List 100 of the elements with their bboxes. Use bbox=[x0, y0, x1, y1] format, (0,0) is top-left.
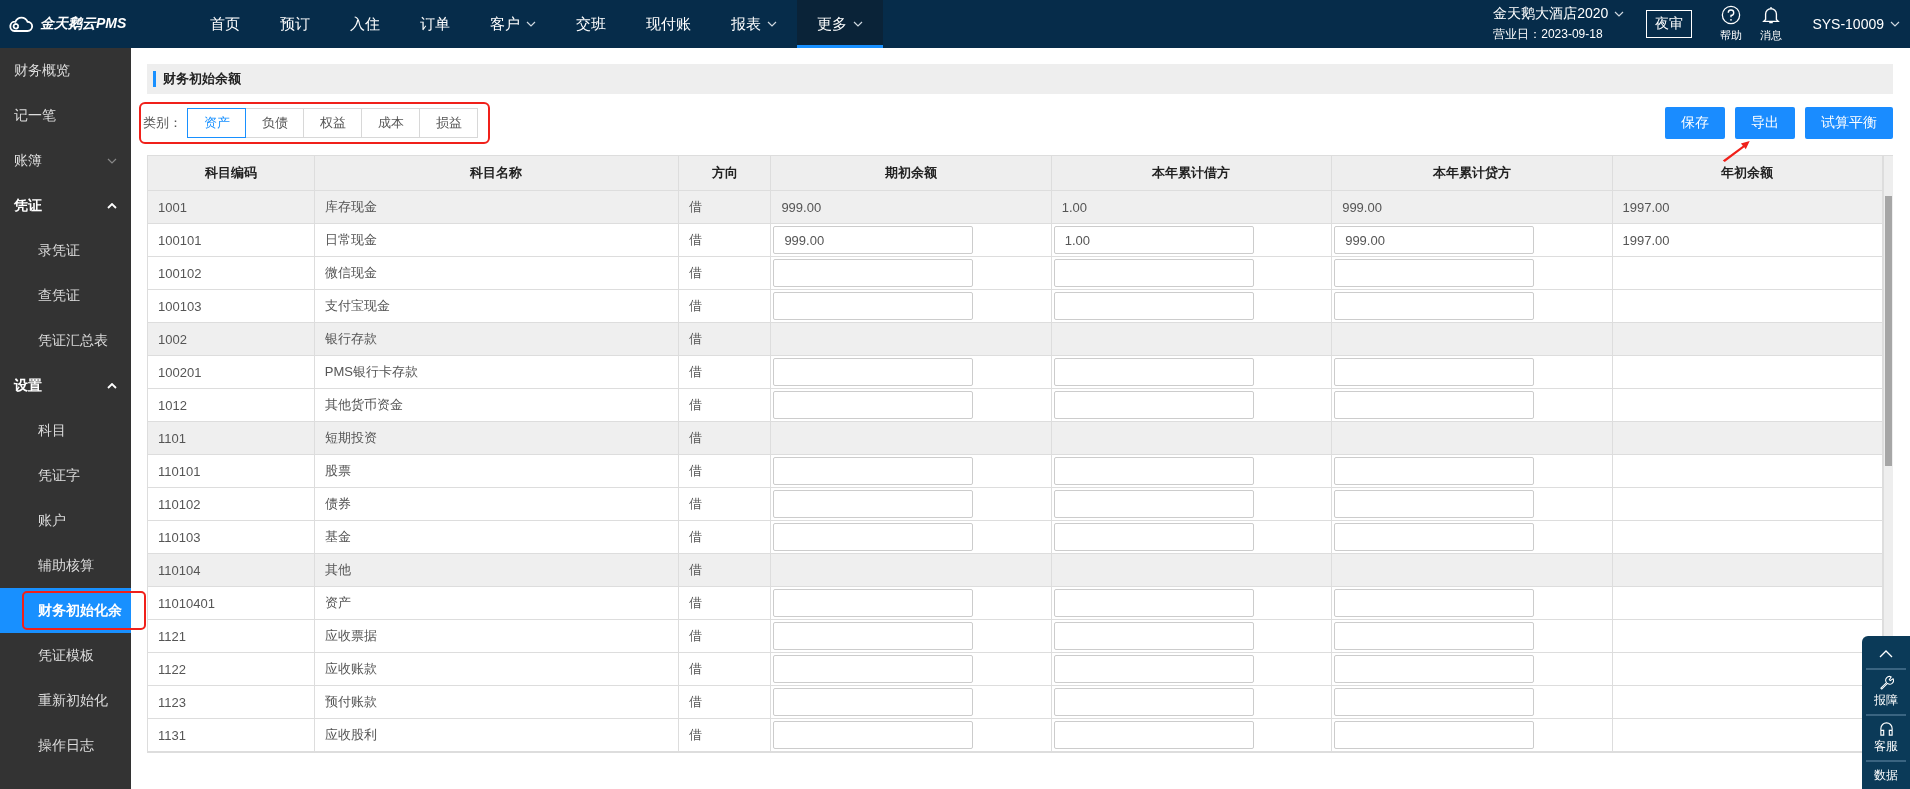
chevron-up-icon[interactable] bbox=[1879, 650, 1893, 658]
amount-input[interactable] bbox=[1334, 523, 1535, 551]
amount-input[interactable] bbox=[773, 391, 974, 419]
table-cell: 1121 bbox=[148, 619, 315, 653]
amount-input[interactable] bbox=[1053, 292, 1254, 320]
amount-input[interactable] bbox=[1334, 292, 1535, 320]
sidebar-item[interactable]: 记一笔 bbox=[0, 93, 131, 138]
sidebar-item[interactable]: 凭证字 bbox=[0, 453, 131, 498]
table-cell: 股票 bbox=[314, 454, 679, 488]
amount-input[interactable] bbox=[773, 688, 974, 716]
amount-input[interactable] bbox=[1334, 457, 1535, 485]
table-cell: 借 bbox=[678, 487, 771, 521]
category-tab[interactable]: 权益 bbox=[303, 108, 362, 138]
sidebar-item[interactable]: 凭证汇总表 bbox=[0, 318, 131, 363]
sidebar-item[interactable]: 凭证 bbox=[0, 183, 131, 228]
amount-input[interactable] bbox=[1334, 358, 1535, 386]
nav-tab[interactable]: 订单 bbox=[400, 0, 470, 48]
table-cell: 100103 bbox=[148, 289, 315, 323]
table-cell: 110101 bbox=[148, 454, 315, 488]
table-cell: 借 bbox=[678, 388, 771, 422]
amount-input[interactable] bbox=[773, 622, 974, 650]
amount-input[interactable] bbox=[1334, 655, 1535, 683]
nav-tab[interactable]: 更多 bbox=[797, 0, 883, 48]
amount-input[interactable] bbox=[1334, 490, 1535, 518]
sidebar-item[interactable]: 查凭证 bbox=[0, 273, 131, 318]
table-cell: 借 bbox=[678, 355, 771, 389]
amount-input[interactable] bbox=[1053, 358, 1254, 386]
category-tab[interactable]: 成本 bbox=[361, 108, 420, 138]
table-cell: 借 bbox=[678, 553, 771, 587]
sidebar-item[interactable]: 重新初始化 bbox=[0, 678, 131, 723]
category-tab[interactable]: 负债 bbox=[245, 108, 304, 138]
table-cell: 110102 bbox=[148, 487, 315, 521]
amount-input[interactable] bbox=[1334, 259, 1535, 287]
scrollbar-thumb[interactable] bbox=[1885, 196, 1892, 466]
amount-input[interactable] bbox=[1053, 688, 1254, 716]
amount-input[interactable] bbox=[773, 457, 974, 485]
column-header: 本年累计贷方 bbox=[1331, 156, 1613, 191]
nav-tab[interactable]: 首页 bbox=[190, 0, 260, 48]
side-tool-button[interactable]: 数据 bbox=[1866, 760, 1906, 789]
column-header: 本年累计借方 bbox=[1051, 156, 1332, 191]
table-cell: 银行存款 bbox=[314, 322, 679, 356]
amount-input[interactable] bbox=[1334, 721, 1535, 749]
amount-input[interactable]: 999.00 bbox=[773, 226, 974, 254]
nav-tab[interactable]: 报表 bbox=[711, 0, 797, 48]
amount-input[interactable] bbox=[1053, 655, 1254, 683]
amount-input[interactable] bbox=[1053, 259, 1254, 287]
section-title: 财务初始余额 bbox=[163, 70, 241, 88]
amount-input[interactable] bbox=[773, 721, 974, 749]
amount-input[interactable] bbox=[1334, 589, 1535, 617]
amount-input[interactable] bbox=[1053, 391, 1254, 419]
amount-input[interactable] bbox=[1053, 457, 1254, 485]
sidebar-item[interactable]: 操作日志 bbox=[0, 723, 131, 768]
side-tool-button[interactable]: 客服 bbox=[1866, 714, 1906, 760]
table-cell: 其他货币资金 bbox=[314, 388, 679, 422]
amount-input[interactable] bbox=[773, 358, 974, 386]
table-cell: 1002 bbox=[148, 322, 315, 356]
amount-input[interactable] bbox=[1053, 490, 1254, 518]
amount-input[interactable] bbox=[1334, 688, 1535, 716]
amount-input[interactable] bbox=[1334, 622, 1535, 650]
sidebar-item[interactable]: 凭证模板 bbox=[0, 633, 131, 678]
amount-input[interactable]: 999.00 bbox=[1334, 226, 1535, 254]
messages-button[interactable]: 消息 bbox=[1760, 0, 1783, 48]
amount-input[interactable] bbox=[1334, 391, 1535, 419]
user-menu[interactable]: SYS-10009 bbox=[1800, 0, 1910, 48]
amount-input[interactable] bbox=[773, 292, 974, 320]
amount-input[interactable] bbox=[1053, 721, 1254, 749]
amount-input[interactable] bbox=[1053, 523, 1254, 551]
nav-tab[interactable]: 入住 bbox=[330, 0, 400, 48]
app-logo-text: 金天鹅云PMS bbox=[40, 15, 127, 33]
amount-input[interactable]: 1.00 bbox=[1053, 226, 1254, 254]
nav-tab[interactable]: 预订 bbox=[260, 0, 330, 48]
amount-input[interactable] bbox=[773, 523, 974, 551]
nav-tab[interactable]: 交班 bbox=[556, 0, 626, 48]
night-audit-button[interactable]: 夜审 bbox=[1646, 10, 1693, 38]
sidebar-item[interactable]: 财务概览 bbox=[0, 48, 131, 93]
table-cell: 借 bbox=[678, 685, 771, 719]
sidebar-item[interactable]: 账户 bbox=[0, 498, 131, 543]
amount-input[interactable] bbox=[773, 655, 974, 683]
amount-input[interactable] bbox=[773, 589, 974, 617]
column-header: 年初余额 bbox=[1612, 156, 1883, 191]
sidebar-item[interactable]: 账簿 bbox=[0, 138, 131, 183]
amount-input[interactable] bbox=[773, 490, 974, 518]
table-cell: 1997.00 bbox=[1612, 190, 1883, 224]
help-button[interactable]: 帮助 bbox=[1720, 0, 1743, 48]
table-cell: 借 bbox=[678, 190, 771, 224]
category-label: 类别： bbox=[143, 114, 182, 132]
table-cell: 1101 bbox=[148, 421, 315, 455]
amount-input[interactable] bbox=[1053, 622, 1254, 650]
nav-tab[interactable]: 客户 bbox=[470, 0, 556, 48]
sidebar-item[interactable]: 辅助核算 bbox=[0, 543, 131, 588]
hotel-selector[interactable]: 金天鹅大酒店2020 bbox=[1493, 5, 1625, 23]
nav-tab[interactable]: 现付账 bbox=[626, 0, 711, 48]
sidebar-item[interactable]: 录凭证 bbox=[0, 228, 131, 273]
category-tab[interactable]: 损益 bbox=[419, 108, 478, 138]
sidebar-item[interactable]: 科目 bbox=[0, 408, 131, 453]
sidebar-item[interactable]: 设置 bbox=[0, 363, 131, 408]
table-cell: 微信现金 bbox=[314, 256, 679, 290]
amount-input[interactable] bbox=[1053, 589, 1254, 617]
amount-input[interactable] bbox=[773, 259, 974, 287]
side-tool-button[interactable]: 报障 bbox=[1866, 668, 1906, 714]
